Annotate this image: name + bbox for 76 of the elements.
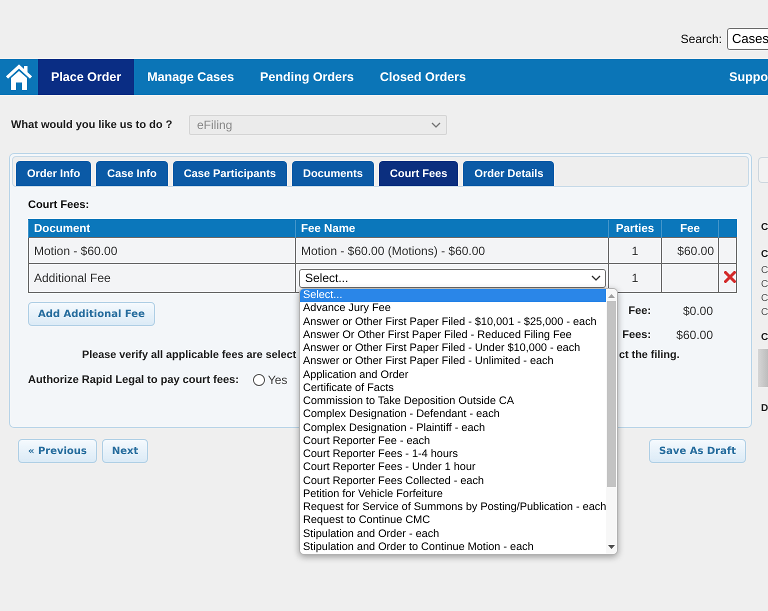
side-text: C	[760, 278, 768, 292]
column-header: Parties	[608, 220, 662, 238]
dropdown-option[interactable]: Petition for Vehicle Forfeiture	[300, 488, 606, 501]
nav-item[interactable]: Manage Cases	[134, 59, 248, 95]
nav-item[interactable]: Place Order	[38, 59, 134, 95]
dropdown-option[interactable]: Commission to Take Deposition Outside CA	[300, 395, 606, 408]
nav-item[interactable]: Closed Orders	[366, 59, 479, 95]
blurred-block	[758, 349, 768, 387]
notice-text: ct the filing.	[619, 348, 680, 362]
dropdown-option[interactable]: Answer Or Other First Paper Filed - Reduced Filing Fee	[300, 328, 606, 342]
dropdown-option[interactable]: Answer or Other First Paper Filed - Under $10,000 - each	[300, 342, 606, 356]
table-cell: Additional Fee	[28, 264, 296, 292]
search-label: Search:	[680, 32, 722, 46]
task-label: What would you like us to do ?	[11, 119, 174, 131]
scrollbar-thumb[interactable]	[607, 301, 616, 487]
side-text: C	[760, 306, 768, 320]
dropdown-option[interactable]: Complex Designation - Plaintiff - each	[300, 422, 606, 435]
dropdown-option[interactable]: Application and Order	[300, 368, 606, 382]
tab[interactable]: Court Fees	[378, 161, 458, 186]
previous-button[interactable]: « Previous	[18, 439, 97, 463]
tab[interactable]: Order Info	[16, 161, 92, 186]
dropdown-option[interactable]: Answer or Other First Paper Filed - Unlimited - each	[300, 355, 606, 368]
dropdown-option[interactable]: Advance Jury Fee	[300, 302, 606, 316]
nav-item[interactable]: Pending Orders	[247, 59, 367, 95]
chevron-down-icon	[591, 275, 601, 281]
scrollbar[interactable]	[606, 289, 617, 554]
dropdown-option[interactable]: Stipulation and Order to Continue Motion - each	[300, 540, 606, 554]
side-text: C	[760, 222, 768, 234]
column-header: Fee	[662, 220, 718, 238]
column-header: Fee Name	[296, 220, 608, 238]
tab[interactable]: Documents	[292, 161, 374, 186]
total-value: $0.00	[682, 304, 713, 318]
total-label: Fee:	[627, 304, 651, 318]
cross-icon[interactable]	[724, 270, 736, 282]
table-cell: Motion - $60.00	[28, 238, 296, 264]
table-cell: Motion - $60.00 (Motions) - $60.00	[296, 238, 608, 264]
authorize-label: Authorize Rapid Legal to pay court fees:	[28, 374, 239, 386]
side-text: C	[760, 332, 768, 344]
dropdown-option[interactable]: Court Reporter Fee - each	[300, 434, 606, 448]
nav-item[interactable]: Suppo	[716, 59, 768, 95]
dropdown-option[interactable]: Court Reporter Fees - Under 1 hour	[300, 461, 606, 474]
dropdown-option[interactable]: Court Reporter Fees Collected - each	[300, 474, 606, 488]
dropdown-option[interactable]: Stipulation and Order - each	[300, 528, 606, 541]
side-text: D	[760, 403, 768, 415]
radio-label[interactable]: Yes	[268, 373, 288, 387]
column-header	[718, 220, 736, 238]
dropdown-option[interactable]: Certificate of Facts	[300, 382, 606, 395]
side-text: C	[760, 249, 768, 261]
radio-button[interactable]	[252, 374, 265, 386]
side-text: C	[760, 264, 768, 278]
side-text: C	[760, 292, 768, 306]
next-button[interactable]: Next	[102, 439, 148, 463]
search-field[interactable]: Cases	[727, 28, 768, 50]
caret-down-icon[interactable]	[608, 545, 616, 549]
fee-select[interactable]: Select...	[299, 268, 606, 288]
home-icon[interactable]	[5, 63, 33, 91]
dropdown-option[interactable]: Request to Continue CMC	[300, 514, 606, 528]
table-cell: 1	[608, 238, 662, 264]
notice-text: Please verify all applicable fees are select	[82, 348, 296, 362]
dropdown-option[interactable]: Answer or Other First Paper Filed - $10,001 - $25,000 - each	[300, 316, 606, 329]
table-cell: $60.00	[662, 238, 718, 264]
section-title: Court Fees:	[28, 199, 90, 212]
save-draft-button[interactable]: Save As Draft	[648, 439, 746, 463]
tab[interactable]: Case Info	[96, 161, 168, 186]
column-header: Document	[28, 220, 296, 238]
dropdown-option[interactable]: Complex Designation - Defendant - each	[300, 408, 606, 422]
add-fee-button[interactable]: Add Additional Fee	[28, 302, 155, 326]
tab[interactable]: Case Participants	[172, 161, 288, 186]
chevron-down-icon	[431, 122, 441, 128]
dropdown-option[interactable]: Court Reporter Fees - 1-4 hours	[300, 448, 606, 462]
tab[interactable]: Order Details	[463, 161, 554, 186]
table-cell: 1	[608, 264, 662, 292]
total-label: Fees:	[622, 328, 651, 342]
dropdown-option[interactable]: Request for Service of Summons by Posting/Publication - each	[300, 501, 606, 514]
dropdown-option[interactable]: Select...	[300, 289, 606, 302]
total-value: $60.00	[675, 328, 713, 342]
